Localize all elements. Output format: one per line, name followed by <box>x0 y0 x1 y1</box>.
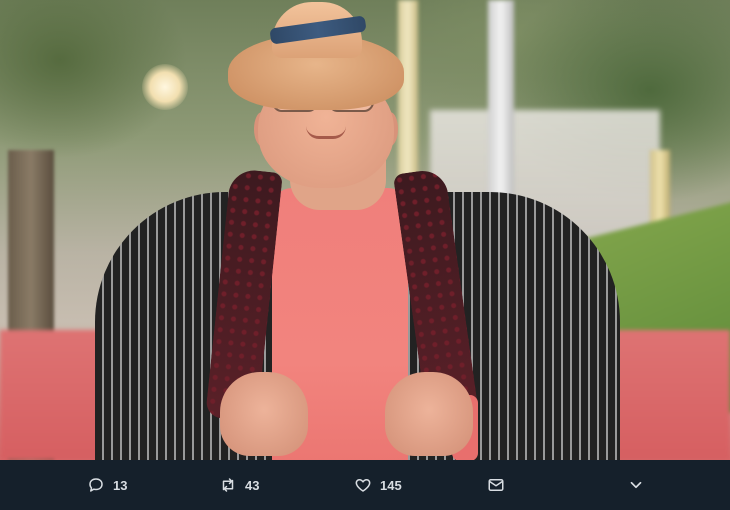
person <box>0 0 730 460</box>
heart-icon <box>354 476 372 494</box>
envelope-icon <box>487 476 505 494</box>
tweet-action-bar: 13 43 145 <box>0 460 730 510</box>
tweet-photo[interactable] <box>0 0 730 460</box>
reply-count: 13 <box>113 477 128 493</box>
chevron-down-icon <box>627 476 645 494</box>
hand-right <box>385 372 473 456</box>
retweet-button[interactable]: 43 <box>219 460 259 510</box>
tweet-media-frame: 13 43 145 <box>0 0 730 510</box>
direct-message-button[interactable] <box>487 460 505 510</box>
reply-button[interactable]: 13 <box>87 460 127 510</box>
more-options-button[interactable] <box>627 460 645 510</box>
reply-icon <box>87 476 105 494</box>
hand-left <box>220 372 308 456</box>
retweet-count: 43 <box>245 477 260 493</box>
retweet-icon <box>219 476 237 494</box>
like-button[interactable]: 145 <box>354 460 402 510</box>
like-count: 145 <box>380 477 402 493</box>
